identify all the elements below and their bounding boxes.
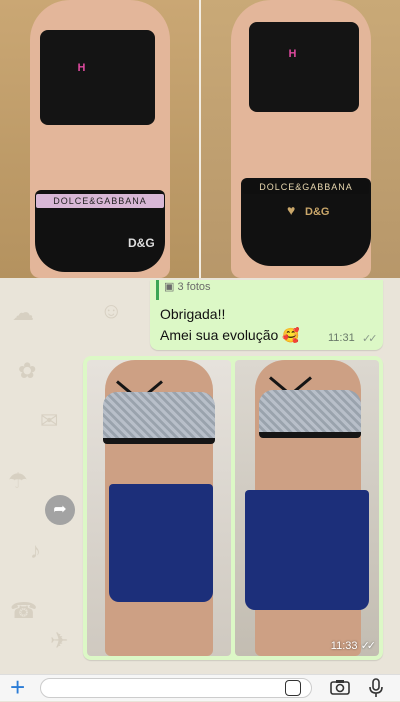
lace-bra: [103, 392, 215, 444]
doodle-icon: ☎: [10, 598, 38, 623]
heart-icon: ♥: [287, 202, 296, 218]
forward-button[interactable]: ➦: [45, 495, 75, 525]
composer-bar: +: [0, 673, 400, 701]
photo-icon: ▣: [164, 281, 175, 293]
image-message-bubble[interactable]: 11:33 ✓✓: [83, 356, 383, 660]
message-text-line: Obrigada!!: [160, 306, 226, 322]
sports-bra: [249, 22, 359, 112]
message-text-line: Amei sua evolução 🥰: [160, 327, 300, 343]
read-receipt-icon: ✓✓: [362, 333, 378, 345]
quoted-photos[interactable]: ▣ 3 fotos: [164, 280, 211, 293]
plus-icon[interactable]: +: [10, 673, 25, 701]
image-time-text: 11:33: [330, 640, 358, 652]
brand-label: D&G: [305, 206, 330, 218]
doodle-icon: ✿: [18, 358, 37, 383]
shorts: [109, 484, 213, 602]
top-photo-right: ᴴ DOLCE&GABBANA D&G ♥: [201, 0, 400, 278]
sticker-icon[interactable]: [285, 680, 301, 696]
quote-bar: [156, 280, 159, 300]
shorts: [245, 490, 369, 610]
message-input[interactable]: [40, 678, 312, 698]
quoted-label: 3 fotos: [177, 281, 211, 293]
top-photo[interactable]: ᴴ DOLCE&GABBANA D&G ᴴ DOLCE&GABBANA D&G …: [0, 0, 400, 278]
image-message-time: 11:33 ✓✓: [330, 639, 377, 652]
microphone-icon[interactable]: [368, 678, 384, 698]
camera-icon[interactable]: [330, 679, 350, 695]
forward-icon: ➦: [53, 501, 67, 518]
lace-bra: [259, 390, 361, 438]
waistband: DOLCE&GABBANA: [36, 194, 164, 208]
doodle-icon: ♪: [30, 538, 41, 563]
waistband: DOLCE&GABBANA: [243, 180, 369, 194]
doodle-icon: ☁: [12, 300, 34, 325]
doodle-icon: ☺: [100, 298, 123, 323]
brand-logo-icon: ᴴ: [289, 48, 296, 65]
message-time: 11:31: [328, 332, 355, 344]
read-receipt-icon: ✓✓: [360, 640, 377, 652]
sports-bra: [40, 30, 155, 125]
doodle-icon: ✉: [40, 408, 59, 433]
image-left[interactable]: [87, 360, 231, 656]
brand-logo-icon: ᴴ: [78, 62, 85, 79]
top-photo-left: ᴴ DOLCE&GABBANA D&G: [0, 0, 199, 278]
brand-label: D&G: [128, 236, 155, 250]
doodle-icon: ✈: [50, 628, 69, 653]
doodle-icon: ☂: [8, 468, 28, 493]
image-right[interactable]: [235, 360, 379, 656]
message-bubble[interactable]: ▣ 3 fotos Obrigada!! Amei sua evolução 🥰…: [150, 280, 383, 350]
